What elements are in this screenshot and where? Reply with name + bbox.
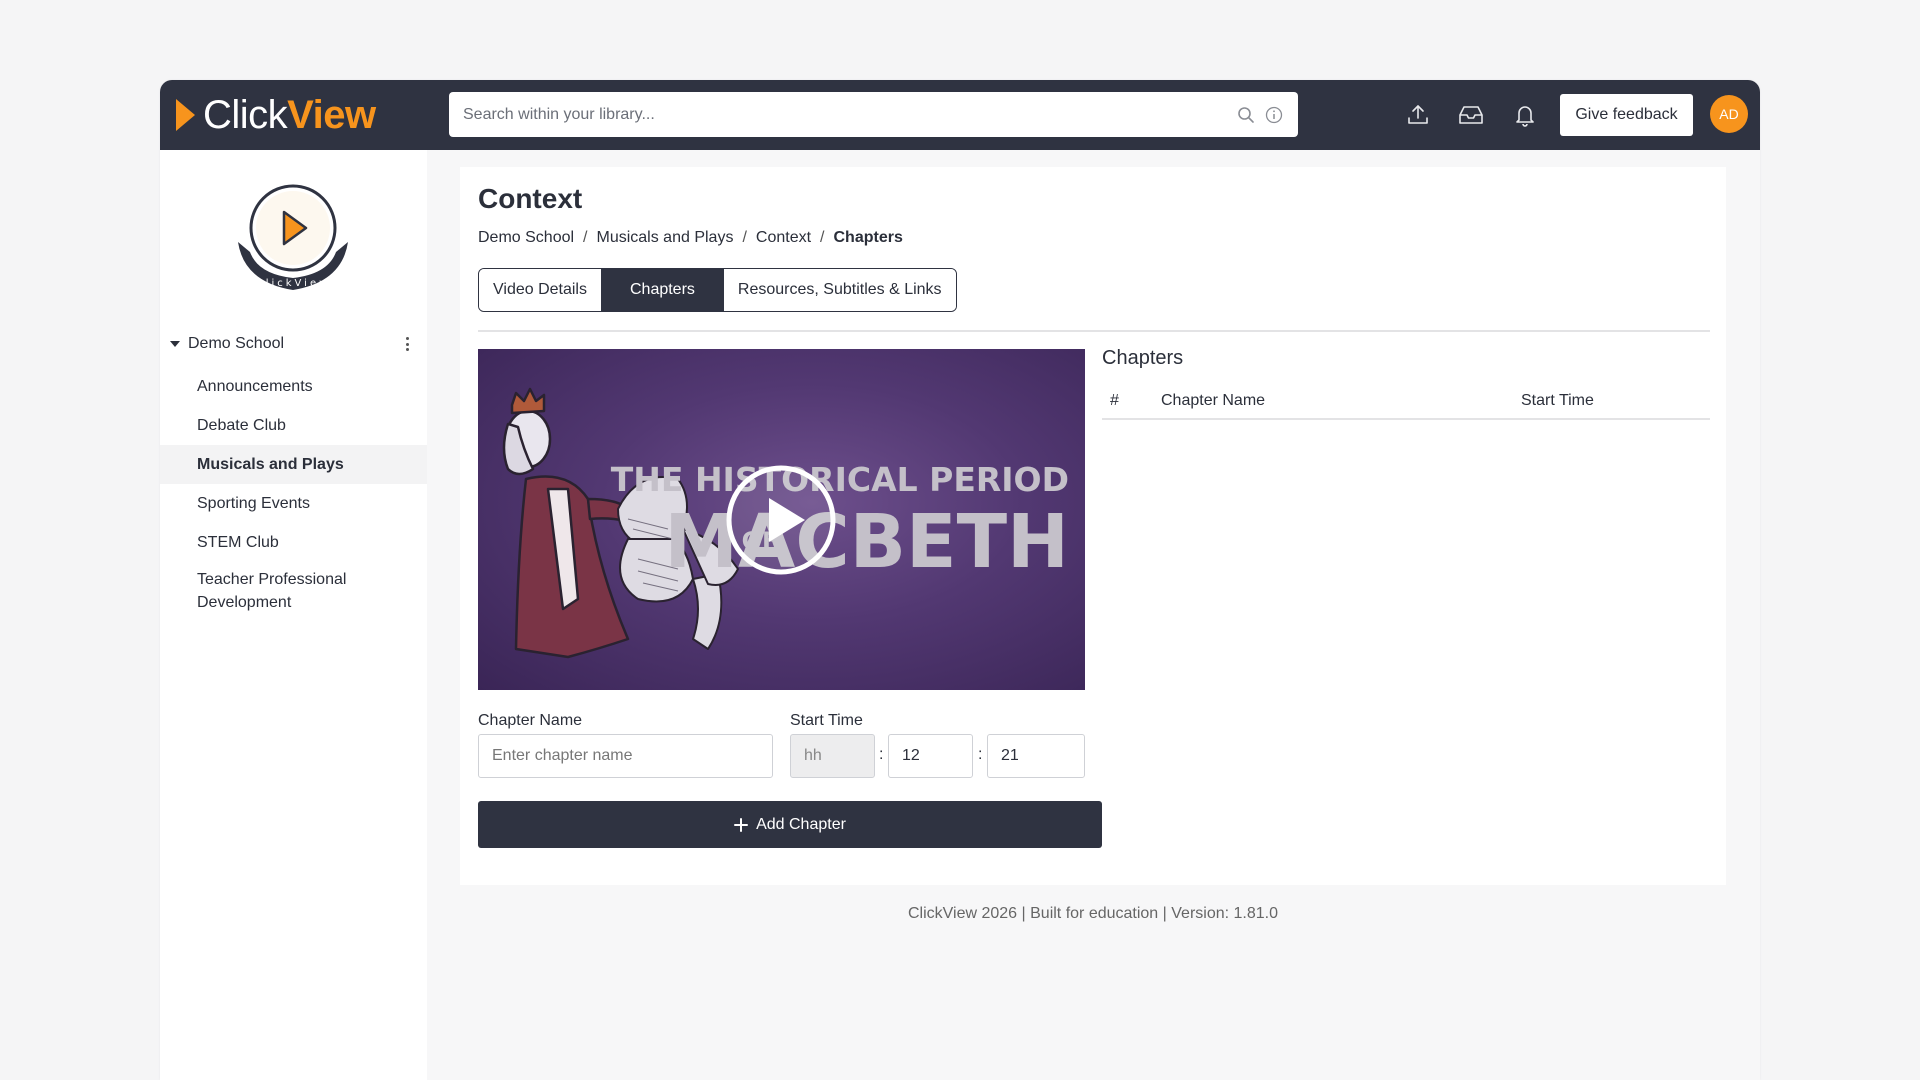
search-icon[interactable] — [1236, 105, 1256, 125]
tab-chapters[interactable]: Chapters — [600, 269, 723, 311]
breadcrumb-current: Chapters — [833, 229, 903, 246]
start-time-seconds-input[interactable] — [987, 734, 1085, 778]
breadcrumb-musicals-and-plays[interactable]: Musicals and Plays — [597, 229, 734, 247]
chapters-heading: Chapters — [1102, 347, 1184, 369]
sidebar-item-sporting-events[interactable]: Sporting Events — [160, 484, 427, 523]
top-bar: ClickView Give feedback AD — [160, 80, 1760, 150]
sidebar-item-musicals-and-plays[interactable]: Musicals and Plays — [160, 445, 427, 484]
add-chapter-label: Add Chapter — [756, 815, 846, 833]
logo-text-suffix: View — [287, 93, 376, 137]
footer-text: ClickView 2026 | Built for education | V… — [907, 905, 1278, 922]
chapter-name-input[interactable] — [478, 734, 773, 778]
give-feedback-button[interactable]: Give feedback — [1560, 94, 1693, 136]
video-title-line1: THE HISTORICAL PERIOD — [611, 460, 1069, 499]
tab-resources-subtitles-links[interactable]: Resources, Subtitles & Links — [722, 269, 956, 311]
chapters-table: # Chapter Name Start Time — [1102, 383, 1710, 420]
sidebar-item-debate-club[interactable]: Debate Club — [160, 406, 427, 445]
play-button-icon[interactable] — [726, 465, 836, 575]
column-header-chapter-name: Chapter Name — [1161, 383, 1521, 420]
sidebar-item-teacher-professional-development[interactable]: Teacher Professional Development — [160, 562, 380, 620]
divider — [478, 330, 1710, 332]
breadcrumb-context[interactable]: Context — [756, 229, 811, 247]
school-badge-logo: ClickView — [232, 182, 354, 294]
chapter-name-label: Chapter Name — [478, 712, 583, 729]
time-separator: : — [978, 746, 983, 763]
user-avatar[interactable]: AD — [1710, 95, 1748, 133]
column-header-start-time: Start Time — [1521, 383, 1710, 420]
info-icon[interactable] — [1264, 105, 1284, 125]
clickview-logo[interactable]: ClickView — [176, 94, 376, 136]
time-separator: : — [879, 746, 884, 763]
column-header-number: # — [1102, 383, 1161, 420]
logo-text-prefix: Click — [203, 93, 288, 137]
more-vertical-icon[interactable] — [401, 334, 413, 354]
plus-icon — [734, 817, 749, 832]
breadcrumb-separator: / — [583, 229, 588, 246]
breadcrumb-demo-school[interactable]: Demo School — [478, 229, 574, 247]
start-time-minutes-input[interactable] — [888, 734, 973, 778]
breadcrumb-separator: / — [742, 229, 747, 246]
tab-video-details[interactable]: Video Details — [479, 269, 601, 311]
inbox-icon[interactable] — [1456, 100, 1486, 130]
caret-down-icon[interactable] — [170, 341, 180, 347]
tree-root-demo-school[interactable]: Demo School — [160, 328, 427, 360]
main-card: Context Demo School / Musicals and Plays… — [460, 167, 1726, 885]
breadcrumb-separator: / — [820, 229, 825, 246]
video-player[interactable]: THE HISTORICAL PERIOD OF MACBETH — [478, 349, 1085, 690]
breadcrumb: Demo School / Musicals and Plays / Conte… — [478, 229, 903, 247]
sidebar-item-announcements[interactable]: Announcements — [160, 367, 427, 406]
sidebar: ClickView Demo School Announcements Deba… — [160, 150, 427, 1080]
upload-icon[interactable] — [1403, 100, 1433, 130]
tree-root-label: Demo School — [188, 335, 285, 352]
app-window: ClickView Give feedback AD — [160, 80, 1760, 1080]
page-title: Context — [478, 183, 583, 214]
search-input[interactable] — [463, 105, 1228, 124]
bell-icon[interactable] — [1510, 100, 1540, 130]
svg-text:ClickView: ClickView — [256, 278, 331, 289]
sidebar-item-stem-club[interactable]: STEM Club — [160, 523, 427, 562]
add-chapter-button[interactable]: Add Chapter — [478, 801, 1102, 848]
tab-bar: Video Details Chapters Resources, Subtit… — [478, 268, 957, 312]
start-time-hours-input — [790, 734, 875, 778]
search-bar — [449, 92, 1298, 137]
start-time-label: Start Time — [790, 712, 863, 729]
logo-play-icon — [176, 99, 195, 131]
sidebar-nav-list: Announcements Debate Club Musicals and P… — [160, 367, 427, 620]
